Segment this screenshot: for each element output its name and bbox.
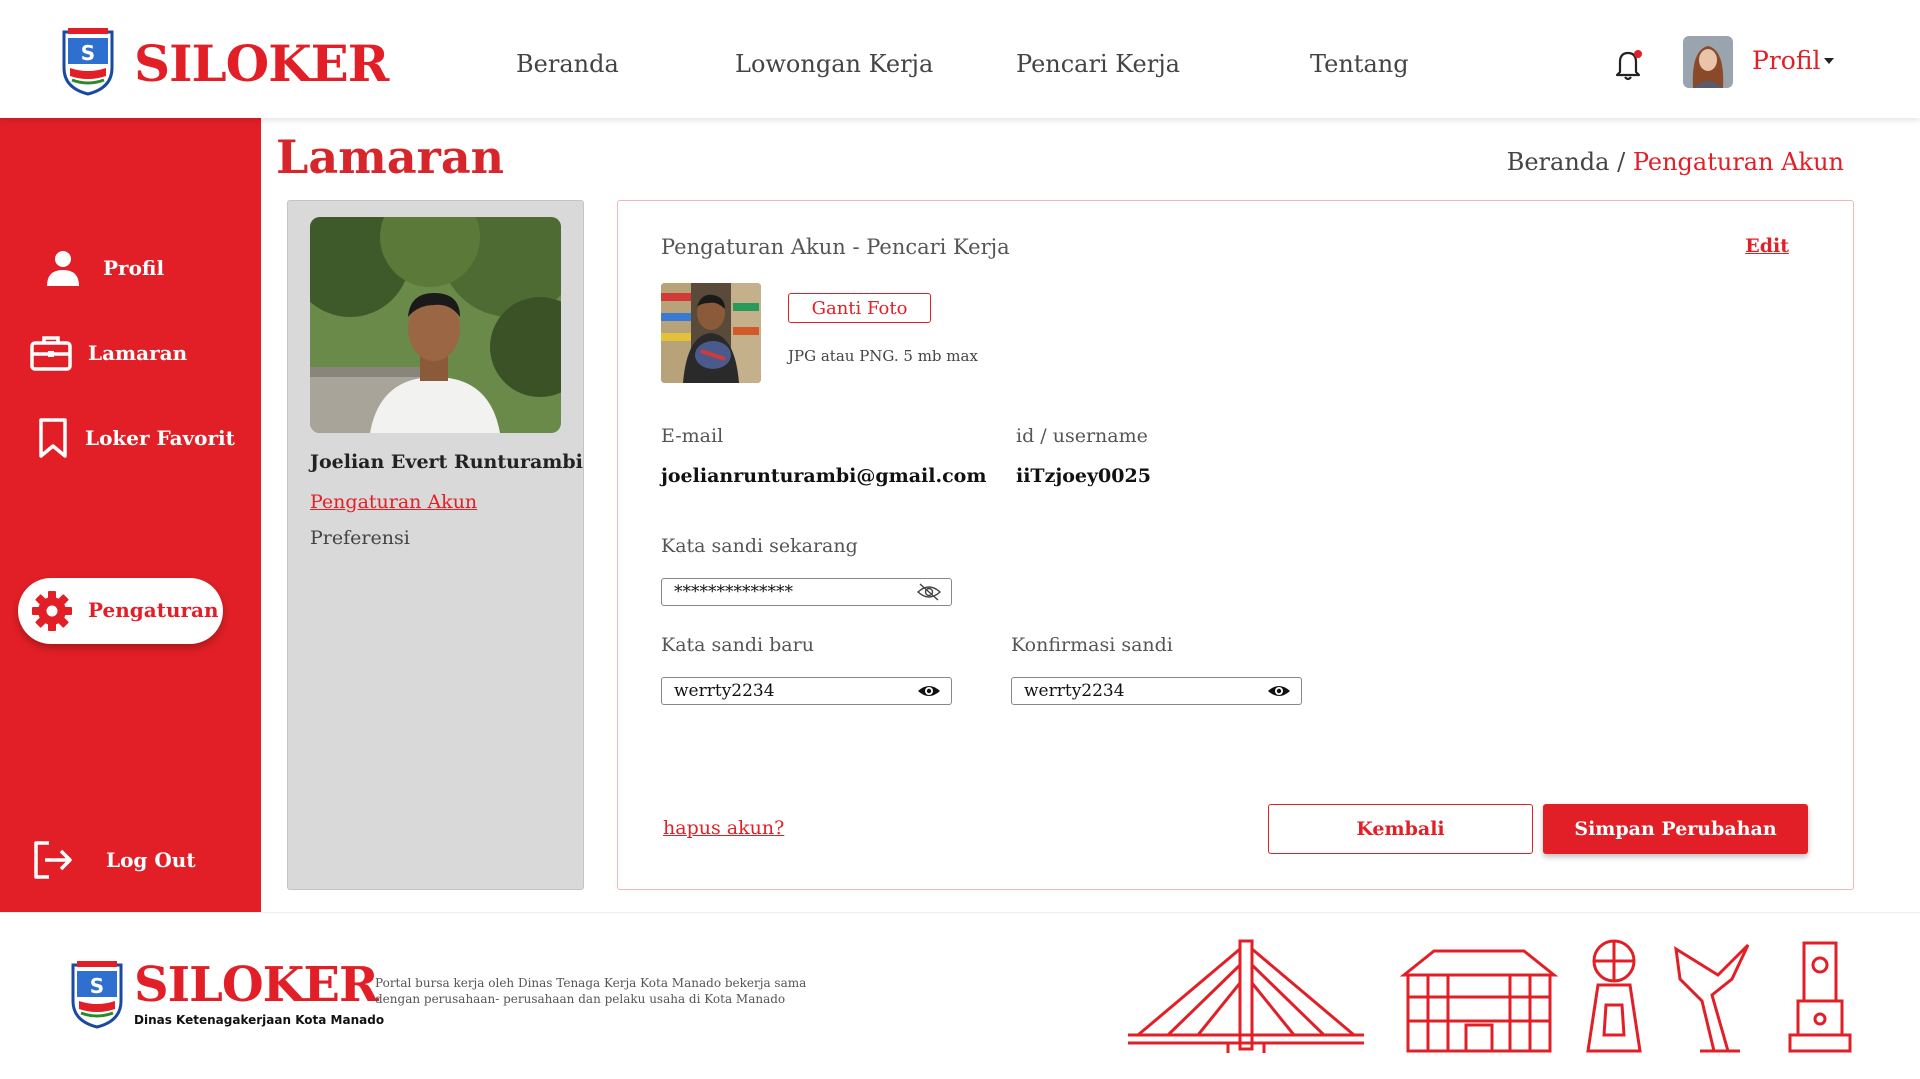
city-emblem-logo[interactable]: S <box>58 24 118 96</box>
briefcase-icon <box>28 330 74 376</box>
logout-label: Log Out <box>106 848 196 872</box>
user-icon <box>40 245 86 291</box>
page-title: Lamaran <box>276 130 505 184</box>
sidebar-item-loker-favorit[interactable]: Loker Favorit <box>0 408 261 468</box>
save-changes-button[interactable]: Simpan Perubahan <box>1543 804 1808 854</box>
user-photo <box>310 217 561 433</box>
svg-text:S: S <box>90 974 104 998</box>
sidebar-item-profil[interactable]: Profil <box>0 238 261 298</box>
logout-button[interactable]: Log Out <box>0 830 261 890</box>
city-emblem-logo: S <box>71 961 123 1029</box>
card-title: Pengaturan Akun - Pencari Kerja <box>661 235 1010 259</box>
city-landmarks-illustration <box>1128 939 1852 1053</box>
bell-icon[interactable] <box>1610 46 1646 82</box>
current-password-label: Kata sandi sekarang <box>661 535 858 557</box>
email-value: joelianrunturambi@gmail.com <box>661 465 987 487</box>
sidebar-item-label: Pengaturan <box>88 598 219 622</box>
profile-menu-label[interactable]: Profil <box>1752 46 1821 75</box>
current-password-text: ************** <box>674 582 793 602</box>
nav-pencari-kerja[interactable]: Pencari Kerja <box>1016 50 1180 78</box>
link-preferensi[interactable]: Preferensi <box>310 527 410 549</box>
change-photo-button[interactable]: Ganti Foto <box>788 293 931 323</box>
link-pengaturan-akun[interactable]: Pengaturan Akun <box>310 491 477 513</box>
chevron-down-icon[interactable] <box>1824 58 1834 64</box>
eye-off-icon[interactable] <box>917 583 941 601</box>
nav-beranda[interactable]: Beranda <box>516 50 619 78</box>
delete-account-link[interactable]: hapus akun? <box>663 817 784 839</box>
breadcrumb-current: Pengaturan Akun <box>1632 148 1844 176</box>
breadcrumb-home[interactable]: Beranda <box>1507 148 1610 176</box>
sidebar: Profil Lamaran Loker Favorit Pengaturan … <box>0 118 261 912</box>
brand-title[interactable]: SILOKER <box>134 34 389 93</box>
new-password-text: werrty2234 <box>674 681 775 701</box>
user-summary-panel: Joelian Evert Runturambi Pengaturan Akun… <box>287 200 584 890</box>
footer-description: Portal bursa kerja oleh Dinas Tenaga Ker… <box>375 976 807 1006</box>
svg-text:S: S <box>81 41 95 65</box>
sidebar-item-pengaturan[interactable]: Pengaturan <box>18 578 223 644</box>
confirm-password-field[interactable]: werrty2234 <box>1011 677 1302 705</box>
nav-lowongan-kerja[interactable]: Lowongan Kerja <box>735 50 933 78</box>
account-settings-card: Pengaturan Akun - Pencari Kerja Edit Gan… <box>617 200 1854 890</box>
current-password-field[interactable]: ************** <box>661 578 952 606</box>
eye-icon[interactable] <box>1267 682 1291 700</box>
eye-icon[interactable] <box>917 682 941 700</box>
logout-icon <box>30 837 76 883</box>
photo-hint: JPG atau PNG. 5 mb max <box>788 347 978 365</box>
sidebar-item-label: Profil <box>103 256 165 280</box>
top-header: S SILOKER Beranda Lowongan Kerja Pencari… <box>0 0 1920 118</box>
nav-tentang[interactable]: Tentang <box>1310 50 1409 78</box>
edit-link[interactable]: Edit <box>1745 235 1789 257</box>
new-password-label: Kata sandi baru <box>661 634 814 656</box>
bookmark-icon <box>30 415 76 461</box>
sidebar-item-label: Loker Favorit <box>85 426 235 450</box>
avatar[interactable] <box>1683 36 1733 88</box>
profile-photo-thumbnail <box>661 283 761 383</box>
sidebar-item-lamaran[interactable]: Lamaran <box>0 323 261 383</box>
breadcrumb-separator: / <box>1617 148 1626 176</box>
user-name: Joelian Evert Runturambi <box>310 451 583 473</box>
username-value: iiTzjoey0025 <box>1016 465 1151 487</box>
sidebar-item-label: Lamaran <box>88 341 188 365</box>
footer-brand: SILOKER <box>134 957 379 1013</box>
username-label: id / username <box>1016 425 1148 447</box>
confirm-password-text: werrty2234 <box>1024 681 1125 701</box>
back-button[interactable]: Kembali <box>1268 804 1533 854</box>
footer: S SILOKER Dinas Ketenagakerjaan Kota Man… <box>0 912 1920 1079</box>
footer-subtitle: Dinas Ketenagakerjaan Kota Manado <box>134 1013 385 1027</box>
new-password-field[interactable]: werrty2234 <box>661 677 952 705</box>
confirm-password-label: Konfirmasi sandi <box>1011 634 1173 656</box>
email-label: E-mail <box>661 425 724 447</box>
gear-icon <box>30 589 74 633</box>
breadcrumb: Beranda / Pengaturan Akun <box>1507 148 1844 176</box>
